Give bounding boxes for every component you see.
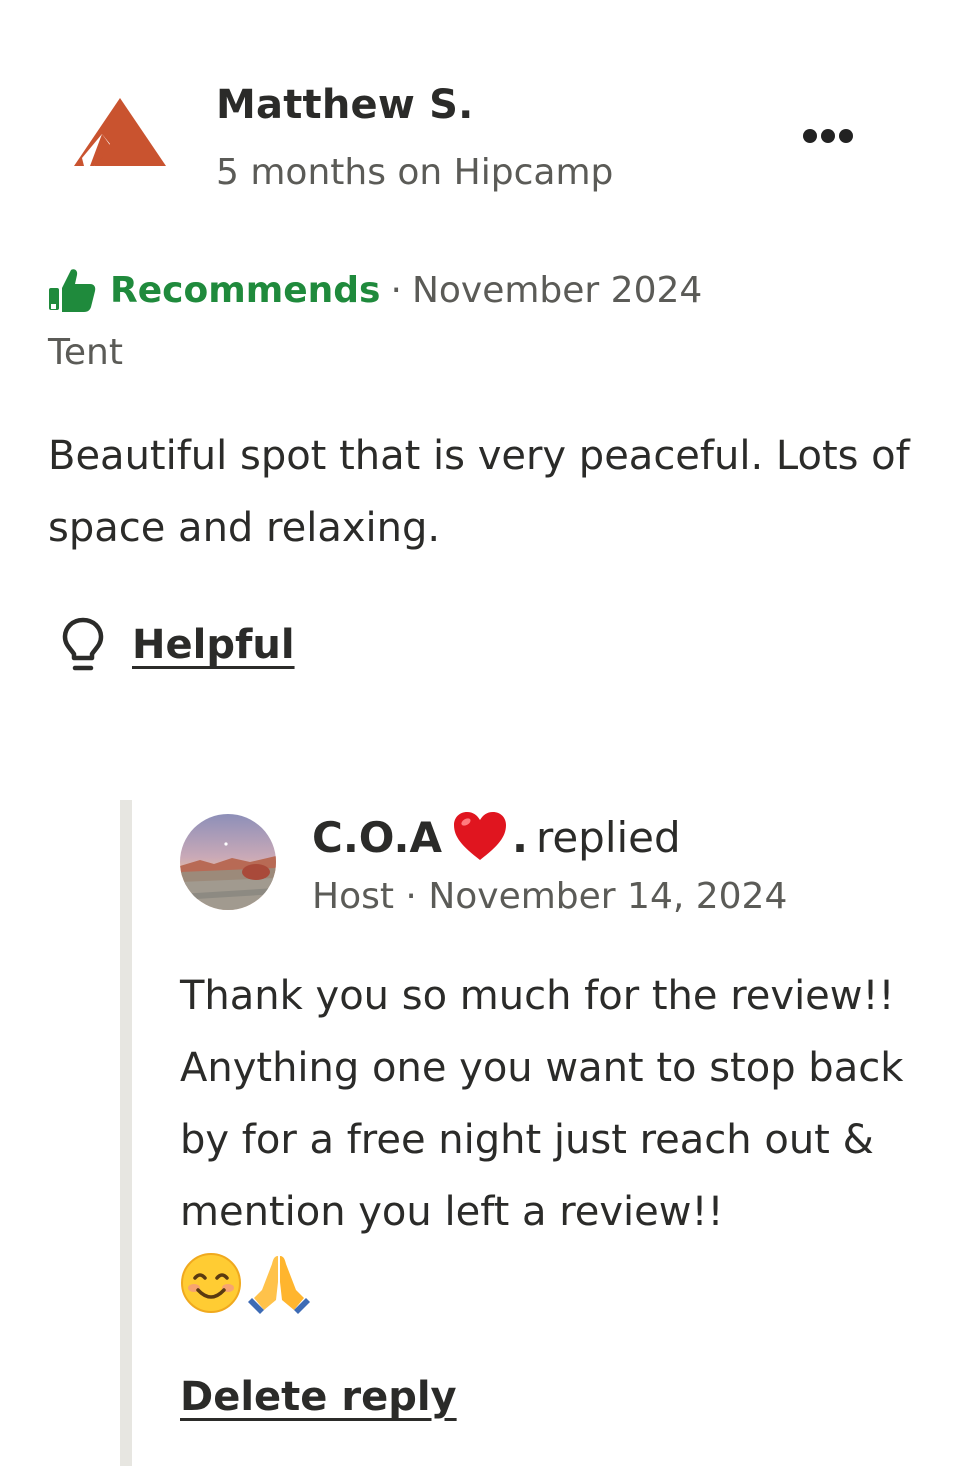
host-name[interactable]: C.O.A bbox=[312, 813, 442, 862]
more-options-button[interactable] bbox=[796, 116, 860, 156]
red-heart-icon bbox=[454, 812, 507, 860]
review-body: Beautiful spot that is very peaceful. Lo… bbox=[48, 433, 910, 551]
separator-dot: · bbox=[405, 876, 417, 917]
recommends-label: Recommends bbox=[110, 269, 381, 311]
smiling-face-emoji-icon bbox=[181, 1253, 241, 1313]
reply-header: C.O.A. replied bbox=[312, 810, 681, 862]
host-avatar[interactable] bbox=[180, 814, 276, 910]
host-name-suffix: . bbox=[512, 813, 528, 862]
review-card: Matthew S. 5 months on Hipcamp Recommend… bbox=[0, 0, 960, 1466]
hipcamp-tent-logo-icon[interactable] bbox=[72, 96, 168, 170]
reviewer-tenure: 5 months on Hipcamp bbox=[216, 152, 614, 193]
reply-meta: Host · November 14, 2024 bbox=[312, 876, 787, 917]
more-options-icon bbox=[803, 129, 817, 143]
reviewer-name[interactable]: Matthew S. bbox=[216, 82, 474, 128]
helpful-label[interactable]: Helpful bbox=[132, 622, 295, 668]
site-type: Tent bbox=[48, 332, 123, 373]
reply-body: Thank you so much for the review!! Anyth… bbox=[180, 973, 904, 1235]
more-options-icon-dot bbox=[821, 129, 835, 143]
host-avatar-image bbox=[180, 814, 276, 910]
thumbs-up-icon bbox=[49, 269, 96, 312]
separator-dot: · bbox=[390, 269, 402, 311]
folded-hands-emoji-icon bbox=[248, 1256, 310, 1314]
helpful-button[interactable]: Helpful bbox=[60, 616, 295, 674]
lightbulb-icon bbox=[62, 617, 104, 671]
reply-emojis bbox=[180, 1250, 310, 1316]
host-role: Host bbox=[312, 876, 394, 917]
recommendation-line: Recommends · November 2024 bbox=[48, 262, 702, 318]
more-options-icon-dot bbox=[839, 129, 853, 143]
replied-label: replied bbox=[536, 813, 681, 862]
reply-date: November 14, 2024 bbox=[428, 876, 788, 917]
delete-reply-button[interactable]: Delete reply bbox=[180, 1374, 457, 1420]
reply-divider bbox=[120, 800, 132, 1466]
review-date: November 2024 bbox=[411, 269, 703, 311]
